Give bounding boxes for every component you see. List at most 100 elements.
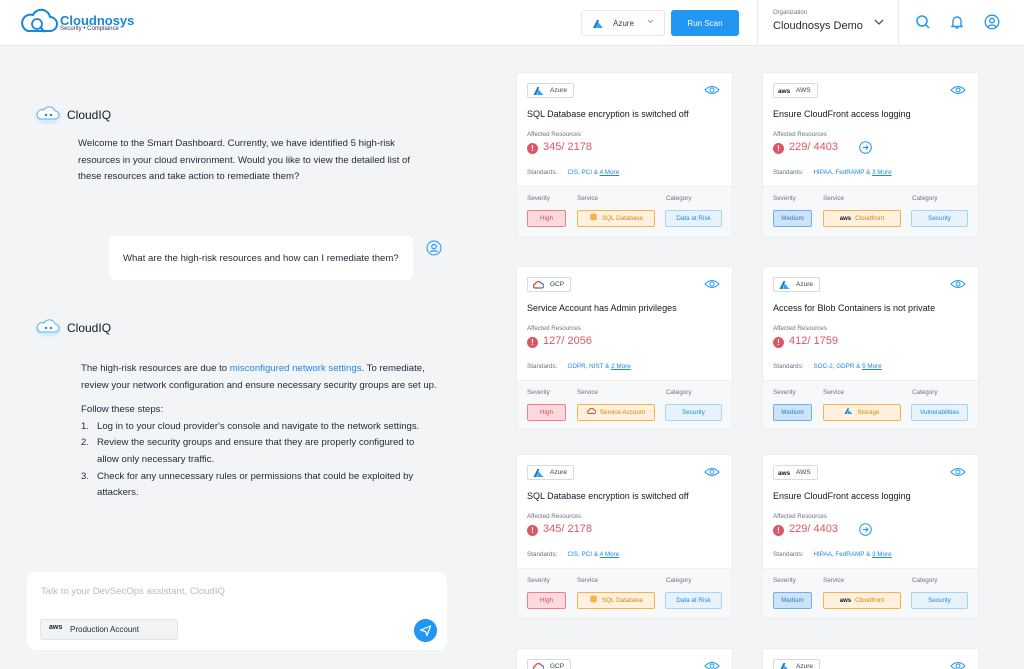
send-icon[interactable] — [414, 619, 437, 642]
alert-icon: ! — [527, 337, 538, 348]
card-footer: Severity Service Category High SQL Database D… — [517, 186, 732, 237]
finding-card[interactable]: GCP — [516, 648, 733, 669]
account-label: Production Account — [70, 625, 139, 634]
alert-icon: ! — [773, 337, 784, 348]
eye-icon[interactable] — [950, 661, 966, 669]
finding-title[interactable]: Ensure CloudFront access logging — [773, 491, 911, 501]
category-badge: Data at Risk — [665, 210, 722, 227]
standards-row: Standards: CIS, PCI & 4 More — [527, 551, 620, 558]
severity-badge: Medium — [773, 404, 812, 421]
service-badge: aws Cloudfront — [823, 210, 901, 227]
run-scan-button[interactable]: Run Scan — [671, 10, 739, 36]
card-footer: Severity Service Category Medium aws Cloudfro… — [763, 186, 978, 237]
azure-icon — [844, 408, 853, 414]
step-item: 1. Log in to your cloud provider's consol… — [81, 420, 420, 432]
bot-message: The high-risk resources are due to misco… — [81, 361, 437, 502]
gcp-icon — [533, 280, 544, 289]
more-standards-link[interactable]: 4 More — [600, 551, 620, 558]
more-standards-link[interactable]: 4 More — [600, 169, 620, 176]
finding-card[interactable]: Azure SQL Database encryption is switched… — [516, 454, 733, 619]
category-badge: Data at Risk — [665, 592, 722, 609]
affected-resources-label: Affected Resources — [527, 513, 581, 520]
azure-icon — [779, 281, 790, 289]
provider-badge: aws AWS — [773, 465, 818, 480]
severity-badge: Medium — [773, 592, 812, 609]
cloudnosys-logo-icon[interactable] — [20, 7, 60, 37]
message-text: The high-risk resources are due to — [81, 363, 230, 374]
eye-icon[interactable] — [704, 467, 720, 477]
azure-icon — [533, 469, 544, 477]
service-badge: SQL Database — [577, 592, 655, 609]
finding-title[interactable]: Ensure CloudFront access logging — [773, 109, 911, 119]
finding-card[interactable]: aws AWS Ensure CloudFront access logging Af… — [762, 72, 979, 238]
eye-icon[interactable] — [950, 467, 966, 477]
azure-icon — [593, 20, 603, 28]
database-icon — [590, 213, 597, 221]
severity-badge: High — [527, 592, 566, 609]
step-item: 3. Check for any unnecessary rules or per… — [81, 470, 414, 499]
gcp-icon — [533, 662, 544, 669]
service-badge: aws Cloudfront — [823, 592, 901, 609]
search-icon[interactable] — [915, 14, 931, 30]
standards-row: Standards: HIPAA, FedRAMP & 3 More — [773, 169, 892, 176]
finding-title[interactable]: SQL Database encryption is switched off — [527, 109, 689, 119]
user-profile-icon[interactable] — [984, 14, 1000, 30]
finding-card[interactable]: aws AWS Ensure CloudFront access logging Af… — [762, 454, 979, 619]
azure-icon — [780, 663, 788, 669]
finding-card[interactable]: GCP Service Account has Admin privileges A… — [516, 266, 733, 430]
eye-icon[interactable] — [704, 85, 720, 95]
bell-icon[interactable] — [949, 14, 965, 30]
more-standards-link[interactable]: 3 More — [872, 551, 892, 558]
standards-row: Standards: HIPAA, FedRAMP & 3 More — [773, 551, 892, 558]
aws-icon: aws — [778, 88, 791, 95]
cloudiq-avatar-icon — [35, 319, 61, 337]
arrow-right-icon[interactable] — [859, 523, 872, 536]
arrow-right-icon[interactable] — [859, 141, 872, 154]
finding-card[interactable]: Azure — [762, 648, 979, 669]
alert-icon: ! — [773, 525, 784, 536]
standards-row: Standards: CIS, PCI & 4 More — [527, 169, 620, 176]
more-standards-link[interactable]: 3 More — [872, 169, 892, 176]
service-badge: SQL Database — [577, 210, 655, 227]
finding-card[interactable]: Azure Access for Blob Containers is not p… — [762, 266, 979, 430]
aws-icon: aws — [49, 624, 63, 631]
user-avatar-icon — [426, 240, 442, 256]
provider-badge: Azure — [773, 277, 820, 292]
misconfigured-network-link[interactable]: misconfigured network settings — [230, 363, 362, 374]
alert-icon: ! — [527, 143, 538, 154]
steps-title: Follow these steps: — [81, 404, 164, 416]
eye-icon[interactable] — [704, 661, 720, 669]
alert-icon: ! — [527, 525, 538, 536]
chevron-down-icon — [647, 19, 654, 24]
chat-input[interactable]: Talk to your DevSecOps assistant, CloudI… — [41, 586, 225, 597]
more-standards-link[interactable]: 5 More — [862, 363, 882, 370]
standards-row: Standards: GDPR, NIST & 2 More — [527, 363, 631, 370]
bot-message: Welcome to the Smart Dashboard. Currentl… — [78, 138, 411, 183]
top-header: Cloudnosys Security • Compliance Azure R… — [0, 0, 1024, 46]
cloud-provider-select[interactable]: Azure — [581, 10, 665, 36]
affected-resources-label: Affected Resources — [527, 325, 581, 332]
eye-icon[interactable] — [704, 279, 720, 289]
card-footer: Severity Service Category High SQL Database D… — [517, 568, 732, 618]
account-selector[interactable]: aws Production Account — [40, 619, 178, 640]
more-standards-link[interactable]: 2 More — [611, 363, 631, 370]
chevron-down-icon — [874, 19, 884, 25]
affected-count: ! 412/ 1759 — [773, 335, 838, 348]
category-badge: Security — [665, 404, 722, 421]
eye-icon[interactable] — [950, 279, 966, 289]
card-footer: Severity Service Category Medium aws Cloudfro… — [763, 568, 978, 618]
severity-badge: High — [527, 210, 566, 227]
eye-icon[interactable] — [950, 85, 966, 95]
bot-name: CloudIQ — [67, 108, 112, 122]
affected-count: ! 127/ 2056 — [527, 335, 592, 348]
finding-title[interactable]: Access for Blob Containers is not privat… — [773, 303, 935, 313]
provider-badge: Azure — [773, 659, 820, 669]
finding-card[interactable]: Azure SQL Database encryption is switched… — [516, 72, 733, 238]
affected-resources-label: Affected Resources — [773, 513, 827, 520]
chat-composer[interactable]: Talk to your DevSecOps assistant, CloudI… — [27, 572, 447, 650]
organization-label: Organization — [773, 10, 808, 16]
finding-title[interactable]: SQL Database encryption is switched off — [527, 491, 689, 501]
database-icon — [590, 595, 597, 603]
finding-title[interactable]: Service Account has Admin privileges — [527, 303, 677, 313]
service-badge: Service Account — [577, 404, 655, 421]
